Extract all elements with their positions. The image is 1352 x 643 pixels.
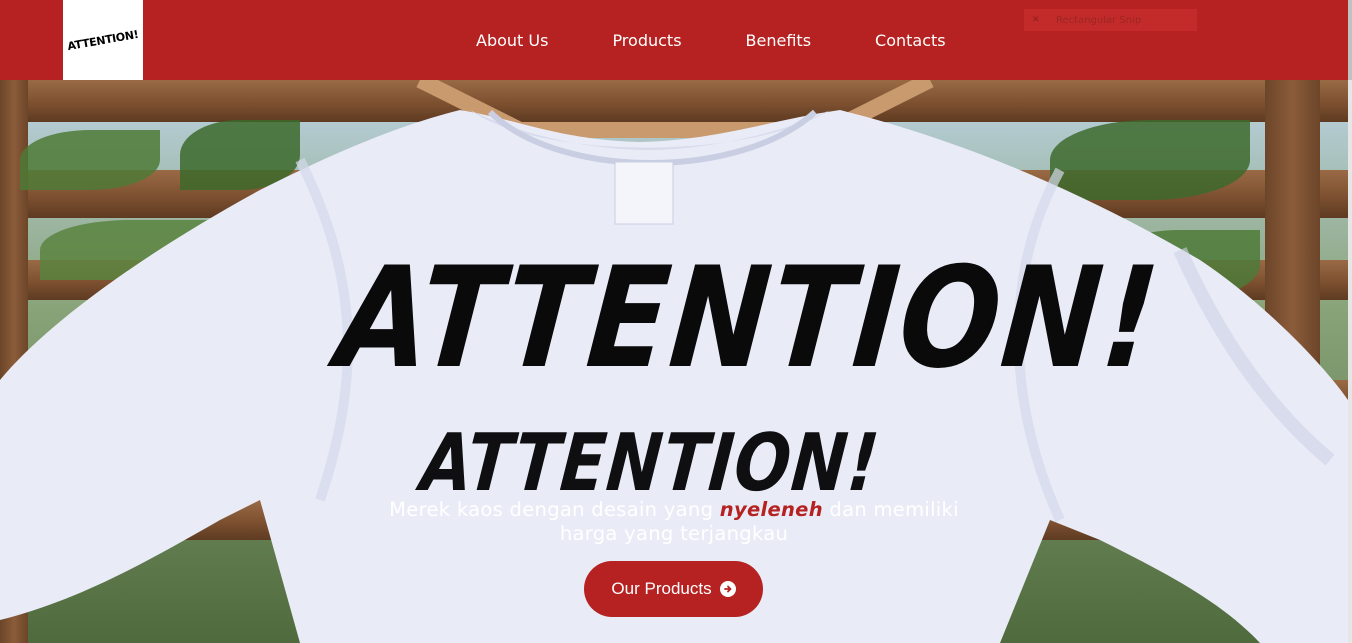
shirt-print-large: ATTENTION! (331, 236, 1167, 400)
snip-tool-label: Rectangular Snip (1056, 14, 1142, 26)
hero-tagline: Merek kaos dengan desain yang nyeleneh d… (374, 498, 974, 546)
logo-text: ATTENTION! (66, 27, 140, 53)
scrollbar-thumb[interactable] (1348, 0, 1352, 80)
landing-page: ATTENTION! ATTENTION! Merek kaos dengan … (0, 0, 1352, 643)
nav-item-about-us[interactable]: About Us (476, 31, 548, 50)
page-scrollbar[interactable] (1348, 0, 1352, 643)
cta-label: Our Products (611, 579, 712, 598)
tagline-highlight: nyeleneh (719, 498, 823, 521)
navbar: ATTENTION! About Us Products Benefits Co… (0, 0, 1348, 80)
tagline-text-start: Merek kaos dengan desain yang (389, 498, 720, 521)
brand-logo[interactable]: ATTENTION! (63, 0, 143, 80)
snip-tool-widget[interactable]: ✕ Rectangular Snip (1024, 9, 1197, 31)
nav-item-benefits[interactable]: Benefits (746, 31, 812, 50)
nav-menu: About Us Products Benefits Contacts (476, 0, 946, 80)
hero-section: ATTENTION! ATTENTION! Merek kaos dengan … (0, 80, 1348, 643)
shirt-print-small: ATTENTION! (417, 416, 884, 510)
nav-item-products[interactable]: Products (612, 31, 681, 50)
our-products-button[interactable]: Our Products (584, 561, 763, 617)
arrow-circle-right-icon (719, 581, 736, 597)
nav-item-contacts[interactable]: Contacts (875, 31, 946, 50)
close-icon[interactable]: ✕ (1032, 15, 1044, 25)
